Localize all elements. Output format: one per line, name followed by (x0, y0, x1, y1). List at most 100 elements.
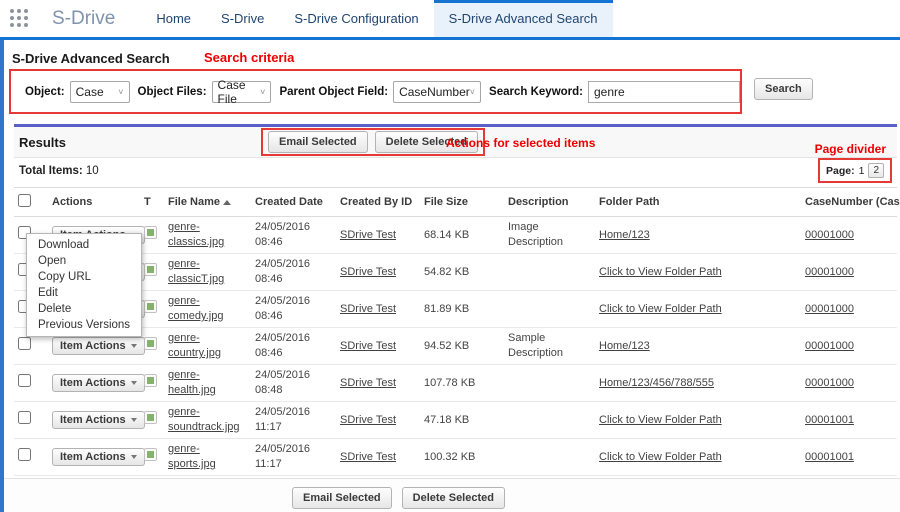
chevron-down-icon (131, 344, 137, 348)
case-number-link[interactable]: 00001001 (805, 414, 854, 426)
type-cell (140, 254, 164, 291)
row-checkbox[interactable] (18, 448, 31, 461)
object-files-select[interactable]: Case File ˅ (212, 81, 272, 103)
created-by-link[interactable]: SDrive Test (340, 451, 396, 463)
file-name-header[interactable]: File Name (164, 188, 251, 217)
row-checkbox[interactable] (18, 374, 31, 387)
item-actions-button[interactable]: Item Actions (52, 411, 145, 429)
chevron-down-icon: ˅ (260, 87, 265, 97)
created-by-link[interactable]: SDrive Test (340, 377, 396, 389)
description-cell (504, 439, 595, 476)
app-launcher-icon[interactable] (10, 9, 30, 29)
file-name-cell: genre-sports.jpg (164, 439, 251, 476)
menu-item-open[interactable]: Open (27, 253, 141, 269)
table-row: Item Actions genre-sports.jpg 24/05/2016… (14, 439, 897, 476)
file-size-cell: 54.82 KB (420, 254, 504, 291)
object-select[interactable]: Case ˅ (70, 81, 130, 103)
file-name-cell: genre-classicT.jpg (164, 254, 251, 291)
row-checkbox[interactable] (18, 337, 31, 350)
folder-path-cell: Home/123 (595, 328, 801, 365)
item-actions-button[interactable]: Item Actions (52, 337, 145, 355)
footer-delete-selected-button[interactable]: Delete Selected (402, 487, 505, 509)
pagination: Page: 1 2 (818, 158, 892, 183)
description-cell (504, 291, 595, 328)
file-name-link[interactable]: genre-classicT.jpg (168, 258, 224, 285)
email-selected-button[interactable]: Email Selected (268, 131, 368, 153)
file-size-header[interactable]: File Size (420, 188, 504, 217)
total-items: Total Items: 10 (19, 165, 99, 177)
page-body: S-Drive Advanced Search Search criteria … (0, 40, 900, 512)
table-header-row: Actions T File Name Created Date Created… (14, 188, 897, 217)
file-name-link[interactable]: genre-comedy.jpg (168, 295, 223, 322)
folder-path-link[interactable]: Click to View Folder Path (599, 414, 722, 426)
folder-path-cell: Click to View Folder Path (595, 291, 801, 328)
folder-path-link[interactable]: Home/123 (599, 229, 650, 241)
folder-path-link[interactable]: Click to View Folder Path (599, 303, 722, 315)
folder-path-cell: Click to View Folder Path (595, 254, 801, 291)
created-date-cell: 24/05/2016 08:46 (251, 254, 336, 291)
page-2-button[interactable]: 2 (868, 163, 884, 178)
search-keyword-input[interactable] (588, 81, 740, 103)
case-number-header[interactable]: CaseNumber (Case) (801, 188, 897, 217)
file-name-cell: genre-comedy.jpg (164, 291, 251, 328)
tab-s-drive[interactable]: S-Drive (206, 0, 279, 37)
tab-s-drive-configuration[interactable]: S-Drive Configuration (279, 0, 433, 37)
file-name-link[interactable]: genre-classics.jpg (168, 221, 224, 248)
annotation-search-criteria: Search criteria (204, 50, 294, 65)
folder-path-link[interactable]: Click to View Folder Path (599, 451, 722, 463)
select-all-checkbox[interactable] (18, 194, 31, 207)
folder-path-link[interactable]: Home/123 (599, 340, 650, 352)
folder-path-link[interactable]: Click to View Folder Path (599, 266, 722, 278)
table-row: Item Actions genre-soundtrack.jpg 24/05/… (14, 402, 897, 439)
case-number-link[interactable]: 00001000 (805, 377, 854, 389)
item-actions-button[interactable]: Item Actions (52, 448, 145, 466)
created-by-link[interactable]: SDrive Test (340, 414, 396, 426)
folder-path-cell: Home/123 (595, 217, 801, 254)
tab-s-drive-advanced-search[interactable]: S-Drive Advanced Search (434, 0, 613, 37)
created-by-link[interactable]: SDrive Test (340, 229, 396, 241)
type-cell (140, 365, 164, 402)
parent-object-field-select[interactable]: CaseNumber ˅ (393, 81, 481, 103)
tab-bar: HomeS-DriveS-Drive ConfigurationS-Drive … (141, 0, 612, 37)
image-file-icon (144, 448, 157, 461)
case-number-link[interactable]: 00001001 (805, 451, 854, 463)
folder-path-link[interactable]: Home/123/456/788/555 (599, 377, 714, 389)
file-name-link[interactable]: genre-soundtrack.jpg (168, 406, 240, 433)
file-name-link[interactable]: genre-sports.jpg (168, 443, 216, 470)
row-checkbox[interactable] (18, 411, 31, 424)
search-button[interactable]: Search (754, 78, 813, 100)
tab-home[interactable]: Home (141, 0, 206, 37)
file-name-link[interactable]: genre-country.jpg (168, 332, 221, 359)
object-files-select-value: Case File (218, 78, 261, 106)
menu-item-edit[interactable]: Edit (27, 285, 141, 301)
annotation-page-divider: Page divider (815, 142, 886, 156)
page-title: S-Drive Advanced Search (12, 51, 170, 66)
item-actions-button[interactable]: Item Actions (52, 374, 145, 392)
case-number-link[interactable]: 00001000 (805, 340, 854, 352)
file-name-link[interactable]: genre-health.jpg (168, 369, 216, 396)
footer-email-selected-button[interactable]: Email Selected (292, 487, 392, 509)
description-header[interactable]: Description (504, 188, 595, 217)
folder-path-cell: Click to View Folder Path (595, 402, 801, 439)
created-by-header[interactable]: Created By ID (336, 188, 420, 217)
parent-object-field-label: Parent Object Field: (279, 86, 388, 98)
menu-item-previous-versions[interactable]: Previous Versions (27, 317, 141, 333)
search-criteria-panel: Object: Case ˅ Object Files: Case File ˅… (9, 69, 742, 114)
case-number-cell: 00001000 (801, 291, 897, 328)
created-by-link[interactable]: SDrive Test (340, 340, 396, 352)
description-cell: Image Description (504, 217, 595, 254)
created-by-link[interactable]: SDrive Test (340, 303, 396, 315)
table-row: Item Actions genre-classics.jpg 24/05/20… (14, 217, 897, 254)
created-date-header[interactable]: Created Date (251, 188, 336, 217)
case-number-link[interactable]: 00001000 (805, 266, 854, 278)
created-date-cell: 24/05/2016 08:46 (251, 217, 336, 254)
created-by-link[interactable]: SDrive Test (340, 266, 396, 278)
case-number-link[interactable]: 00001000 (805, 229, 854, 241)
table-row: Item Actions genre-classicT.jpg 24/05/20… (14, 254, 897, 291)
case-number-link[interactable]: 00001000 (805, 303, 854, 315)
menu-item-copy-url[interactable]: Copy URL (27, 269, 141, 285)
menu-item-download[interactable]: Download (27, 237, 141, 253)
description-cell (504, 402, 595, 439)
menu-item-delete[interactable]: Delete (27, 301, 141, 317)
folder-path-header[interactable]: Folder Path (595, 188, 801, 217)
